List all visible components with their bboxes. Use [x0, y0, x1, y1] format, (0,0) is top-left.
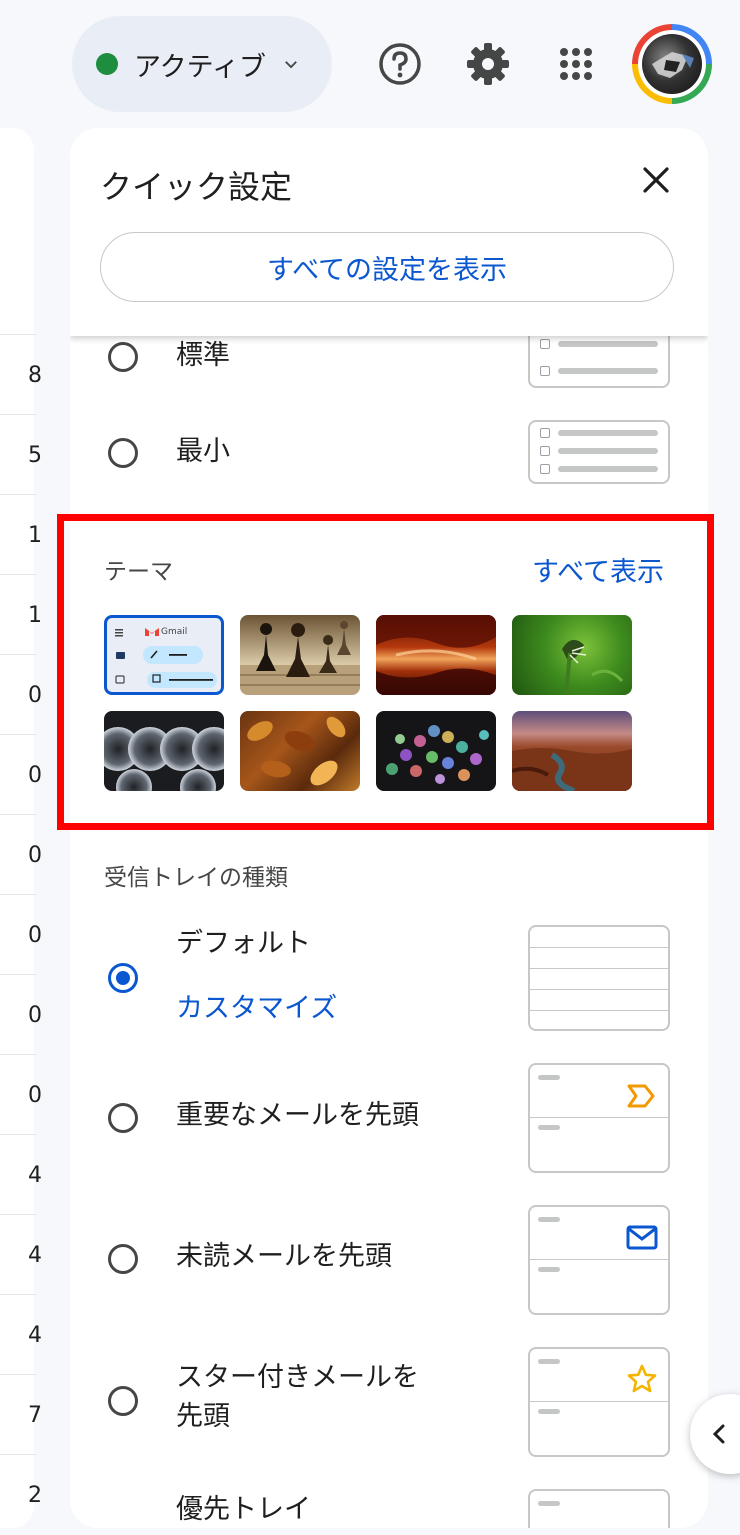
inbox-important-first-radio[interactable]: [108, 1103, 138, 1133]
mail-list-row[interactable]: 0: [0, 734, 42, 815]
mail-list-row[interactable]: 2: [0, 1454, 42, 1535]
mail-list-row[interactable]: 8: [0, 334, 42, 415]
quick-settings-header: クイック設定 すべての設定を表示: [70, 128, 708, 336]
mail-list-row[interactable]: 4: [0, 1134, 42, 1215]
inbox-important-first-preview: [528, 1063, 670, 1173]
mail-list-row[interactable]: 1: [0, 494, 42, 575]
important-marker-icon: [627, 1084, 655, 1108]
gear-icon[interactable]: [464, 40, 512, 88]
mail-list-row[interactable]: 5: [0, 414, 42, 495]
mail-list-row[interactable]: 4: [0, 1214, 42, 1295]
view-all-settings-button[interactable]: すべての設定を表示: [100, 232, 674, 302]
mail-list-row-digit: 0: [28, 843, 42, 868]
density-compact-label: 最小: [176, 436, 230, 467]
mail-list-row-digit: 4: [28, 1243, 42, 1268]
chevron-down-icon: [285, 61, 297, 69]
inbox-default-label: デフォルト: [176, 928, 311, 959]
inbox-starred-first-label-line1: スター付きメールを: [176, 1362, 419, 1393]
mail-list-row[interactable]: 4: [0, 1294, 42, 1375]
inbox-starred-first-preview: [528, 1347, 670, 1457]
mail-list-row-digit: 2: [28, 1483, 42, 1508]
inbox-default-customize-link[interactable]: カスタマイズ: [176, 986, 337, 1025]
avatar-image: [642, 34, 702, 94]
inbox-important-first-label: 重要なメールを先頭: [176, 1100, 419, 1131]
account-avatar[interactable]: [632, 24, 712, 104]
panel-title: クイック設定: [100, 168, 293, 206]
mail-list-row-digit: 4: [28, 1163, 42, 1188]
help-icon[interactable]: [376, 40, 424, 88]
inbox-unread-first-label: 未読メールを先頭: [176, 1241, 392, 1272]
mail-list-row[interactable]: 1: [0, 574, 42, 655]
status-selector[interactable]: アクティブ: [72, 16, 332, 112]
mail-list-row-digit: 1: [28, 523, 42, 548]
mail-envelope-icon: [626, 1225, 658, 1250]
density-standard-label: 標準: [176, 340, 230, 371]
density-compact-radio[interactable]: [108, 438, 138, 468]
inbox-starred-first-radio[interactable]: [108, 1386, 138, 1416]
chevron-left-icon: [712, 1424, 725, 1444]
mail-list-row[interactable]: 0: [0, 654, 42, 735]
inbox-starred-first-label: スター付きメールを 先頭: [176, 1358, 419, 1436]
status-label: アクティブ: [134, 51, 267, 83]
mail-list-row-digit: 0: [28, 923, 42, 948]
mail-list-row[interactable]: 0: [0, 814, 42, 895]
mail-list-row-digit: 5: [28, 443, 42, 468]
theme-highlight-box: [57, 514, 714, 830]
inbox-type-section-label: 受信トレイの種類: [104, 865, 288, 891]
mail-list-row[interactable]: 7: [0, 1374, 42, 1455]
mail-list-row-digit: 7: [28, 1403, 42, 1428]
mail-list-row[interactable]: 0: [0, 974, 42, 1055]
inbox-starred-first-label-line2: 先頭: [176, 1401, 230, 1433]
mail-list-row-digit: 0: [28, 763, 42, 788]
inbox-default-radio[interactable]: [108, 963, 138, 993]
mail-list-row-digit: 8: [28, 363, 42, 388]
density-standard-radio[interactable]: [108, 342, 138, 372]
star-icon: [627, 1364, 657, 1393]
mail-list-row-digit: 1: [28, 603, 42, 628]
mail-list-row-digit: 0: [28, 1083, 42, 1108]
inbox-unread-first-preview: [528, 1205, 670, 1315]
mail-list-row-digit: 0: [28, 1003, 42, 1028]
mail-list-row-digit: 0: [28, 683, 42, 708]
status-dot: [96, 53, 118, 75]
mail-list-row[interactable]: 0: [0, 1054, 42, 1135]
inbox-default-preview: [528, 925, 670, 1031]
density-compact-preview: [528, 420, 670, 484]
inbox-priority-label: 優先トレイ: [176, 1494, 311, 1525]
mail-list-row[interactable]: 0: [0, 894, 42, 975]
inbox-priority-preview: [528, 1489, 670, 1528]
close-icon[interactable]: [636, 160, 676, 200]
apps-grid-icon[interactable]: [552, 40, 600, 88]
mail-list-row-digit: 4: [28, 1323, 42, 1348]
inbox-unread-first-radio[interactable]: [108, 1244, 138, 1274]
